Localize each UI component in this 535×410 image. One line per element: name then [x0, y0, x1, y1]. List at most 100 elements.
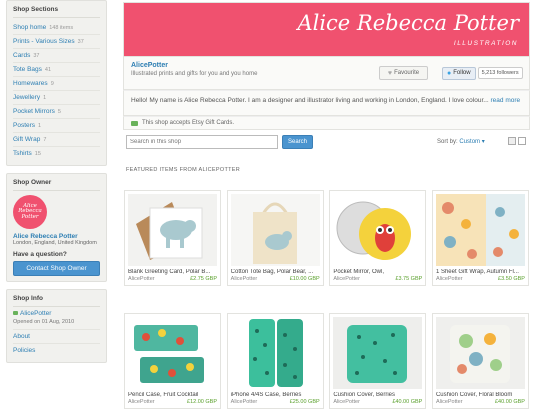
listing-shop[interactable]: AlicePotter — [436, 276, 463, 282]
listing-shop[interactable]: AlicePotter — [128, 276, 155, 282]
contact-shop-owner-button[interactable]: Contact Shop Owner — [13, 261, 100, 277]
listing-title[interactable]: Pencil Case, Fruit Cocktail — [128, 392, 217, 398]
listing-image[interactable] — [333, 317, 423, 389]
follow-label: Follow — [453, 70, 471, 76]
sort-label: Sort by: — [437, 139, 458, 145]
search-button[interactable]: Search — [282, 135, 313, 149]
listing-card[interactable]: iPhone 4/4S Case, Berries AlicePotter £25… — [226, 313, 324, 409]
tote-bag-image — [252, 202, 297, 264]
section-label[interactable]: Tote Bags — [13, 66, 42, 73]
cushion-berries-image — [347, 325, 408, 383]
listing-image[interactable] — [128, 317, 217, 389]
sidebar: Shop Sections Shop home 148 items Prints … — [6, 0, 107, 370]
listing-shop[interactable]: AlicePotter — [333, 399, 360, 405]
grid-view-icon[interactable] — [508, 137, 516, 145]
section-prints[interactable]: Prints - Various Sizes 37 — [13, 35, 100, 49]
listing-card[interactable]: Cotton Tote Bag, Polar Bear, ... AlicePo… — [226, 190, 324, 286]
listing-shop[interactable]: AlicePotter — [231, 399, 258, 405]
read-more-link[interactable]: read more — [491, 97, 521, 104]
listing-card[interactable]: 1 Sheet Gift Wrap, Autumn Fl... AlicePot… — [431, 190, 529, 286]
section-label[interactable]: Prints - Various Sizes — [13, 38, 75, 45]
sort-by[interactable]: Sort by: Custom ▾ — [437, 138, 485, 145]
listing-image[interactable] — [333, 194, 423, 266]
section-gift-wrap[interactable]: Gift Wrap 7 — [13, 133, 100, 147]
featured-row-2: Pencil Case, Fruit Cocktail AlicePotter £… — [123, 313, 530, 409]
listing-card[interactable]: Pencil Case, Fruit Cocktail AlicePotter £… — [124, 313, 221, 409]
section-count: 37 — [33, 53, 40, 59]
listing-title[interactable]: Cotton Tote Bag, Polar Bear, ... — [231, 269, 320, 275]
listing-price: £3.50 GBP — [498, 276, 525, 282]
policies-link[interactable]: Policies — [13, 343, 100, 357]
section-label[interactable]: Tshirts — [13, 150, 32, 157]
listing-image[interactable] — [435, 317, 525, 389]
section-shop-home[interactable]: Shop home 148 items — [13, 21, 100, 35]
listing-image[interactable] — [128, 194, 217, 266]
favourite-button[interactable]: ♥ Favourite — [379, 66, 428, 80]
listing-title[interactable]: Cushion Cover, Floral Bloom — [436, 392, 525, 398]
listing-title[interactable]: Cushion Cover, Berries — [333, 392, 422, 398]
banner-subtitle: ILLUSTRATION — [453, 40, 518, 47]
section-count: 9 — [50, 81, 54, 87]
section-label[interactable]: Shop home — [13, 24, 46, 31]
listing-card[interactable]: Cushion Cover, Berries AlicePotter £40.00… — [329, 313, 427, 409]
shop-owner-title: Shop Owner — [13, 179, 100, 191]
section-label[interactable]: Jewellery — [13, 94, 40, 101]
about-link[interactable]: About — [13, 329, 100, 343]
section-cards[interactable]: Cards 37 — [13, 49, 100, 63]
featured-row-1: Blank Greeting Card, Polar B... AlicePot… — [123, 190, 530, 286]
listing-card[interactable]: Pocket Mirror, Owl, AlicePotter £3.75 GBP — [329, 190, 427, 286]
listing-price: £25.00 GBP — [289, 399, 320, 405]
listing-shop[interactable]: AlicePotter — [436, 399, 463, 405]
view-toggle — [508, 137, 526, 145]
section-posters[interactable]: Posters 1 — [13, 119, 100, 133]
gift-card-notice: This shop accepts Etsy Gift Cards. — [123, 116, 530, 130]
section-jewellery[interactable]: Jewellery 1 — [13, 91, 100, 105]
listing-price: £40.00 GBP — [495, 399, 525, 405]
section-homewares[interactable]: Homewares 9 — [13, 77, 100, 91]
featured-items-heading: FEATURED ITEMS FROM ALICEPOTTER — [126, 167, 241, 173]
shop-about: Hello! My name is Alice Rebecca Potter. … — [123, 90, 530, 116]
sort-value[interactable]: Custom — [459, 139, 480, 145]
listing-card[interactable]: Blank Greeting Card, Polar B... AlicePot… — [124, 190, 221, 286]
section-pocket-mirrors[interactable]: Pocket Mirrors 5 — [13, 105, 100, 119]
shop-opened-date: Opened on 01 Aug, 2010 — [13, 319, 75, 326]
owner-avatar[interactable]: Alice Rebecca Potter — [13, 195, 47, 229]
listing-title[interactable]: iPhone 4/4S Case, Berries — [231, 392, 320, 398]
listing-title[interactable]: Blank Greeting Card, Polar B... — [128, 269, 217, 275]
banner-title: Alice Rebecca Potter — [297, 11, 519, 35]
section-tshirts[interactable]: Tshirts 15 — [13, 147, 100, 160]
chevron-down-icon: ▾ — [481, 139, 485, 145]
listing-title[interactable]: 1 Sheet Gift Wrap, Autumn Fl... — [436, 269, 525, 275]
listing-price: £40.00 GBP — [392, 399, 423, 405]
listing-card[interactable]: Cushion Cover, Floral Bloom AlicePotter £… — [431, 313, 529, 409]
listing-title[interactable]: Pocket Mirror, Owl, — [333, 269, 422, 275]
section-label[interactable]: Gift Wrap — [13, 136, 40, 143]
gift-card-text: This shop accepts Etsy Gift Cards. — [142, 120, 235, 126]
section-count: 41 — [44, 67, 52, 73]
list-view-icon[interactable] — [518, 137, 526, 145]
listing-price: £2.75 GBP — [190, 276, 217, 282]
shop-info-name[interactable]: AlicePotter — [13, 310, 100, 317]
section-label[interactable]: Cards — [13, 52, 30, 59]
listing-shop[interactable]: AlicePotter — [333, 276, 360, 282]
listing-shop[interactable]: AlicePotter — [128, 399, 155, 405]
listing-image[interactable] — [230, 317, 320, 389]
cushion-floral-image — [449, 325, 510, 383]
shop-search-input[interactable] — [126, 135, 278, 149]
listing-shop[interactable]: AlicePotter — [231, 276, 258, 282]
follow-button[interactable]: ● Follow — [442, 66, 476, 80]
section-label[interactable]: Homewares — [13, 80, 48, 87]
owner-name[interactable]: Alice Rebecca Potter — [13, 233, 100, 240]
section-label[interactable]: Posters — [13, 122, 35, 129]
section-label[interactable]: Pocket Mirrors — [13, 108, 55, 115]
favourite-label: Favourite — [394, 70, 420, 76]
owner-location: London, England, United Kingdom — [13, 240, 97, 246]
main-content: Alice Rebecca Potter ILLUSTRATION AliceP… — [123, 2, 530, 173]
shop-info-name-label[interactable]: AlicePotter — [20, 310, 51, 317]
heart-icon: ♥ — [387, 69, 393, 77]
question-label: Have a question? — [13, 251, 67, 259]
section-count: 37 — [77, 39, 84, 45]
section-tote-bags[interactable]: Tote Bags 41 — [13, 63, 100, 77]
listing-image[interactable] — [230, 194, 320, 266]
listing-image[interactable] — [435, 194, 525, 266]
